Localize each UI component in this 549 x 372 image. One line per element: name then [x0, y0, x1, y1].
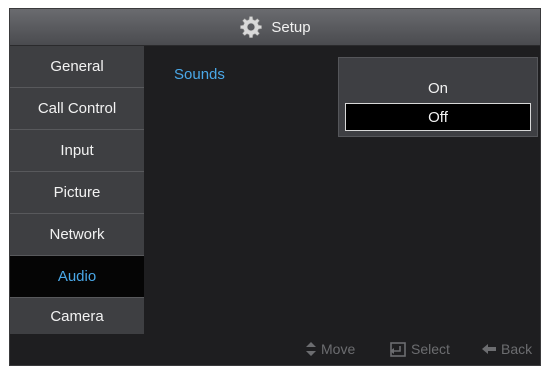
- select-hint-label: Select: [411, 341, 450, 357]
- sounds-setting-label[interactable]: Sounds: [174, 66, 225, 83]
- sounds-dropdown[interactable]: On Off: [338, 57, 538, 137]
- sidebar-item-input[interactable]: Input: [10, 130, 144, 171]
- sidebar-item-camera[interactable]: Camera: [10, 298, 144, 334]
- gear-icon: [240, 16, 263, 38]
- page-title: Setup: [271, 18, 311, 36]
- sidebar-item-call-control[interactable]: Call Control: [10, 88, 144, 129]
- sidebar-item-network[interactable]: Network: [10, 214, 144, 255]
- sidebar-item-general[interactable]: General: [10, 46, 144, 87]
- back-hint: Back: [482, 341, 532, 357]
- sidebar-item-audio[interactable]: Audio: [10, 256, 144, 297]
- sidebar-item-picture[interactable]: Picture: [10, 172, 144, 213]
- move-hint: Move: [306, 341, 355, 357]
- enter-icon: [390, 341, 406, 357]
- up-down-arrows-icon: [306, 342, 316, 356]
- back-arrow-icon: [482, 344, 496, 354]
- back-hint-label: Back: [501, 341, 533, 357]
- select-hint: Select: [388, 341, 450, 357]
- sidebar: General Call Control Input Picture Netwo…: [10, 46, 144, 334]
- move-hint-label: Move: [321, 341, 356, 357]
- option-off[interactable]: Off: [345, 103, 531, 131]
- setup-window: Setup General Call Control Input Picture…: [9, 8, 541, 366]
- footer-hints: Move Select Back: [10, 334, 540, 365]
- option-on[interactable]: On: [345, 74, 531, 102]
- title-bar: Setup: [10, 9, 540, 46]
